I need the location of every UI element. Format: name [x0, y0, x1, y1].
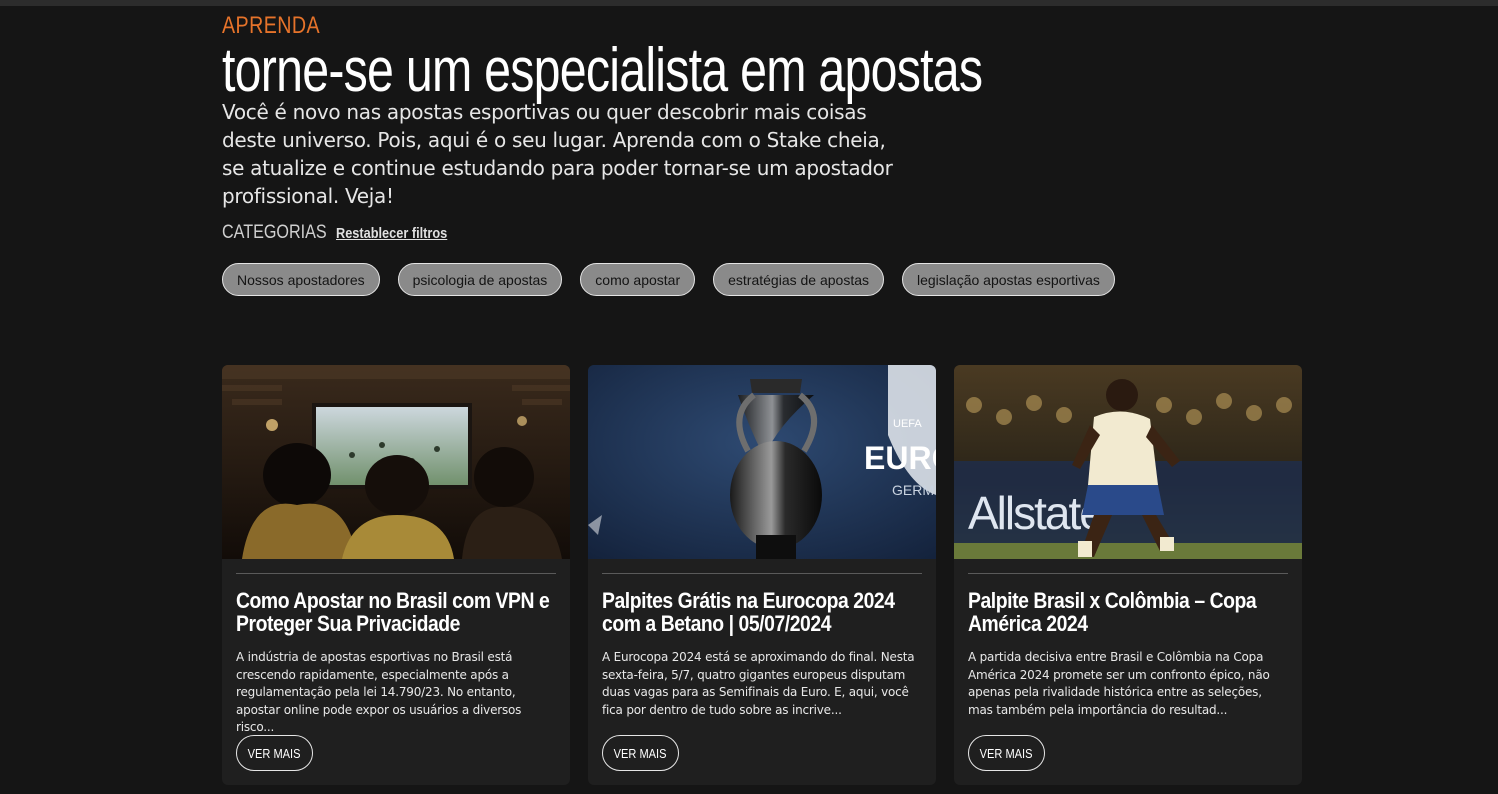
categories-label: CATEGORIAS	[222, 222, 327, 243]
category-tags: Nossos apostadores psicologia de apostas…	[222, 263, 1115, 296]
card-title[interactable]: Como Apostar no Brasil com VPN e Protege…	[236, 589, 556, 635]
card-divider	[236, 573, 556, 574]
top-bar	[0, 0, 1498, 6]
uefa-logo-text: UEFA	[893, 418, 922, 430]
card-excerpt: A indústria de apostas esportivas no Bra…	[236, 650, 522, 734]
football-player-image[interactable]: Allstate	[954, 365, 1302, 559]
ver-mais-button[interactable]: VER MAIS	[236, 735, 313, 771]
article-card[interactable]: EURO UEFA GERM Palpites Grátis na Euroco…	[588, 365, 936, 785]
card-excerpt: A partida decisiva entre Brasil e Colômb…	[968, 650, 1270, 717]
fans-watching-tv-image[interactable]	[222, 365, 570, 559]
euro-logo-text: EURO	[864, 440, 936, 476]
ver-mais-button[interactable]: VER MAIS	[968, 735, 1045, 771]
ver-mais-label: VER MAIS	[248, 745, 301, 761]
card-excerpt: A Eurocopa 2024 está se aproximando do f…	[602, 650, 915, 717]
tag-estrategias-de-apostas[interactable]: estratégias de apostas	[713, 263, 884, 296]
card-title[interactable]: Palpites Grátis na Eurocopa 2024 com a B…	[602, 589, 922, 635]
ver-mais-button[interactable]: VER MAIS	[602, 735, 679, 771]
card-divider	[968, 573, 1288, 574]
card-divider	[602, 573, 922, 574]
intro-text: Você é novo nas apostas esportivas ou qu…	[222, 100, 893, 208]
ver-mais-label: VER MAIS	[614, 745, 667, 761]
tag-nossos-apostadores[interactable]: Nossos apostadores	[222, 263, 380, 296]
article-cards: Como Apostar no Brasil com VPN e Protege…	[222, 365, 1302, 785]
euro-trophy-image[interactable]: EURO UEFA GERM	[588, 365, 936, 559]
germany-text: GERM	[892, 482, 934, 498]
article-card[interactable]: Allstate Palpite Brasil x Colômbia – Cop…	[954, 365, 1302, 785]
page-title: torne-se um especialista em apostas	[222, 36, 983, 105]
tag-como-apostar[interactable]: como apostar	[580, 263, 696, 296]
tag-psicologia-de-apostas[interactable]: psicologia de apostas	[397, 263, 563, 296]
article-card[interactable]: Como Apostar no Brasil com VPN e Protege…	[222, 365, 570, 785]
categories-row: CATEGORIAS Restablecer filtros	[222, 222, 467, 244]
card-title[interactable]: Palpite Brasil x Colômbia – Copa América…	[968, 589, 1288, 635]
reset-filters-link[interactable]: Restablecer filtros	[336, 225, 447, 242]
tag-legislacao-apostas-esportivas[interactable]: legislação apostas esportivas	[902, 263, 1115, 296]
ver-mais-label: VER MAIS	[980, 745, 1033, 761]
